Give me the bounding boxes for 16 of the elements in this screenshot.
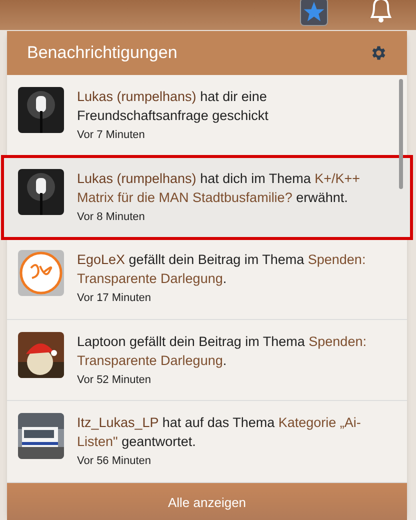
notification-time: Vor 7 Minuten [77, 128, 146, 143]
panel-title: Benachrichtigungen [27, 42, 178, 64]
notification-time: Vor 52 Minuten [77, 372, 152, 388]
star-icon[interactable] [300, 0, 328, 26]
notification-item[interactable]: Laptoon gefällt dein Beitrag im Thema Spenden: Transparente Darlegung. Vor 52 Minuten [7, 320, 407, 401]
notification-text: Lukas (rumpelhans) hat dich im Thema K+/K++ Matrix für die MAN Stadtbusfamilie? erwähnt. [77, 170, 362, 206]
notification-text: Lukas (rumpelhans) hat dir eine Freundschaftsanfrage geschickt [77, 88, 270, 125]
notification-time: Vor 8 Minuten [77, 210, 146, 224]
notification-text: Laptoon gefällt dein Beitrag im Thema Spenden: Transparente Darlegung. [77, 332, 368, 370]
notification-time: Vor 17 Minuten [77, 291, 152, 306]
notification-item[interactable]: Lukas (rumpelhans) hat dich im Thema K+/K++ Matrix für die MAN Stadtbusfamilie? erwähnt. Vor 8 Minuten [3, 156, 411, 238]
notification-item[interactable]: EgoLeX gefällt dein Beitrag im Thema Spenden: Transparente Darlegung. Vor 17 Minuten [7, 238, 407, 320]
notification-item[interactable]: Itz_Lukas_LP hat auf das Thema Kategorie „Ai-Listen" geantwortet. Vor 56 Minuten [7, 401, 407, 482]
notification-text: EgoLeX gefällt dein Beitrag im Thema Spenden: Transparente Darlegung. [77, 251, 367, 288]
notification-time: Vor 56 Minuten [77, 454, 152, 469]
notification-text: Itz_Lukas_LP hat auf das Thema Kategorie „Ai-Listen" geantwortet. [77, 414, 362, 451]
